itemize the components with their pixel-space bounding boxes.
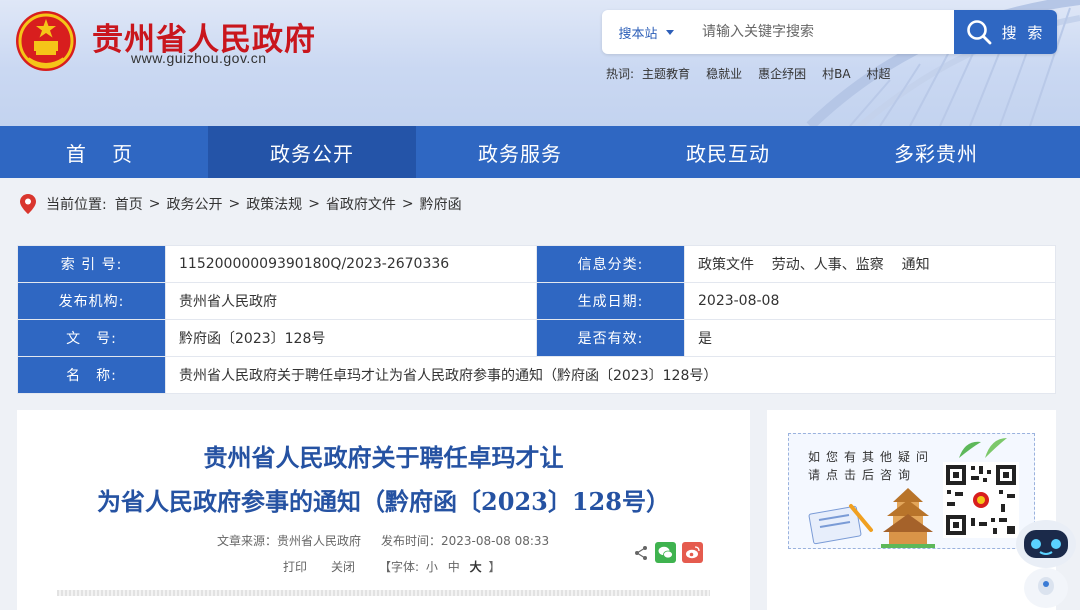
breadcrumb-separator: > bbox=[148, 196, 161, 212]
breadcrumb-item-provincial-documents[interactable]: 省政府文件 bbox=[326, 194, 396, 214]
category-value: 政策文件 劳动、人事、监察 通知 bbox=[684, 245, 1056, 283]
index-number-label: 索 引 号: bbox=[17, 245, 166, 283]
chevron-down-icon bbox=[665, 29, 674, 35]
consultation-panel[interactable]: 如您有其他疑问 请点击后咨询 bbox=[788, 433, 1035, 549]
article-meta: 文章来源：贵州省人民政府 发布时间：2023-08-08 08:33 bbox=[217, 532, 549, 549]
category-label: 信息分类: bbox=[536, 245, 685, 283]
national-emblem-icon bbox=[16, 11, 76, 71]
name-value: 贵州省人民政府关于聘任卓玛才让为省人民政府参事的通知（黔府函〔2023〕128号… bbox=[165, 356, 1056, 394]
document-info-table: 索 引 号: 11520000009390180Q/2023-2670336 信… bbox=[17, 245, 1056, 394]
share-icon[interactable] bbox=[633, 545, 649, 561]
share-buttons bbox=[633, 542, 703, 563]
date-label: 生成日期: bbox=[536, 282, 685, 320]
close-link[interactable]: 关闭 bbox=[331, 558, 355, 575]
nav-item-colorful-guizhou[interactable]: 多彩贵州 bbox=[832, 126, 1040, 178]
consultation-text: 如您有其他疑问 bbox=[808, 450, 935, 464]
search-button[interactable]: 搜 索 bbox=[954, 10, 1057, 54]
name-label: 名 称: bbox=[17, 356, 166, 394]
nav-item-government-services[interactable]: 政务服务 bbox=[416, 126, 624, 178]
font-size-selector: 【字体: 小 中 大 】 bbox=[379, 558, 500, 575]
breadcrumb-separator: > bbox=[228, 196, 241, 212]
document-number-value: 黔府函〔2023〕128号 bbox=[165, 319, 537, 357]
hotword-item[interactable]: 惠企纾困 bbox=[758, 65, 806, 82]
document-number-label: 文 号: bbox=[17, 319, 166, 357]
date-value: 2023-08-08 bbox=[684, 282, 1056, 320]
search-icon bbox=[966, 20, 992, 45]
font-size-label: 【字体: bbox=[379, 560, 420, 574]
article-divider bbox=[57, 590, 710, 596]
article-card: 贵州省人民政府关于聘任卓玛才让 为省人民政府参事的通知（黔府函〔2023〕128… bbox=[17, 410, 750, 610]
article-title-line: 为省人民政府参事的通知（黔府函〔2023〕128号） bbox=[97, 487, 670, 516]
table-row: 发布机构: 贵州省人民政府 生成日期: 2023-08-08 bbox=[17, 282, 1056, 320]
breadcrumb-label: 当前位置: bbox=[46, 197, 107, 213]
font-size-large[interactable]: 大 bbox=[470, 560, 482, 574]
robot-assistant-icon[interactable] bbox=[1012, 514, 1080, 610]
publisher-label: 发布机构: bbox=[17, 282, 166, 320]
hotwords: 热词: 主题教育 稳就业 惠企纾困 村BA 村超 bbox=[606, 65, 891, 82]
search-button-label: 搜 索 bbox=[1001, 23, 1046, 42]
publisher-value: 贵州省人民政府 bbox=[165, 282, 537, 320]
breadcrumb-separator: > bbox=[401, 196, 414, 212]
article-title: 贵州省人民政府关于聘任卓玛才让 为省人民政府参事的通知（黔府函〔2023〕128… bbox=[17, 436, 750, 524]
hotwords-label: 热词: bbox=[606, 67, 635, 81]
nav-item-public-interaction[interactable]: 政民互动 bbox=[624, 126, 832, 178]
breadcrumb-item-government-open[interactable]: 政务公开 bbox=[166, 194, 222, 214]
document-pen-icon bbox=[808, 504, 873, 545]
table-row: 文 号: 黔府函〔2023〕128号 是否有效: 是 bbox=[17, 319, 1056, 357]
print-link[interactable]: 打印 bbox=[283, 558, 307, 575]
search-scope-dropdown[interactable]: 搜本站 bbox=[602, 10, 690, 54]
search-scope-label: 搜本站 bbox=[618, 26, 658, 42]
leaf-decoration-icon bbox=[959, 438, 1007, 458]
breadcrumb-item-policies[interactable]: 政策法规 bbox=[246, 194, 302, 214]
index-number-value: 11520000009390180Q/2023-2670336 bbox=[165, 245, 537, 283]
breadcrumb-item-home[interactable]: 首页 bbox=[115, 194, 143, 214]
hotword-item[interactable]: 村超 bbox=[867, 65, 891, 82]
breadcrumb-separator: > bbox=[308, 196, 320, 212]
validity-label: 是否有效: bbox=[536, 319, 685, 357]
pavilion-icon bbox=[881, 488, 935, 548]
consultation-text: 请点击后咨询 bbox=[808, 468, 917, 482]
qr-code-icon[interactable] bbox=[943, 462, 1019, 538]
article-tools: 打印 关闭 【字体: 小 中 大 】 bbox=[283, 558, 500, 575]
hotword-item[interactable]: 村BA bbox=[822, 65, 850, 82]
weibo-share-icon[interactable] bbox=[682, 542, 703, 563]
breadcrumb: 当前位置: 首页 > 政务公开 > 政策法规 > 省政府文件 > 黔府函 bbox=[0, 178, 1080, 230]
nav-item-home[interactable]: 首 页 bbox=[0, 126, 208, 178]
site-header: 贵州省人民政府 www.guizhou.gov.cn 搜本站 搜 索 热词: 主… bbox=[0, 0, 1080, 126]
font-size-small[interactable]: 小 bbox=[426, 560, 438, 574]
article-source: 文章来源：贵州省人民政府 bbox=[217, 534, 362, 548]
font-size-medium[interactable]: 中 bbox=[448, 560, 460, 574]
hotword-item[interactable]: 稳就业 bbox=[706, 65, 742, 82]
location-pin-icon bbox=[20, 194, 36, 214]
article-title-line: 贵州省人民政府关于聘任卓玛才让 bbox=[203, 443, 564, 472]
search-input[interactable] bbox=[690, 10, 954, 54]
table-row: 索 引 号: 11520000009390180Q/2023-2670336 信… bbox=[17, 245, 1056, 283]
article-publish-time: 发布时间：2023-08-08 08:33 bbox=[381, 534, 550, 548]
validity-value: 是 bbox=[684, 319, 1056, 357]
hotword-item[interactable]: 主题教育 bbox=[642, 65, 690, 82]
main-nav: 首 页 政务公开 政务服务 政民互动 多彩贵州 bbox=[0, 126, 1080, 178]
search-box: 搜本站 搜 索 bbox=[602, 10, 1057, 54]
wechat-share-icon[interactable] bbox=[655, 542, 676, 563]
site-url[interactable]: www.guizhou.gov.cn bbox=[131, 50, 267, 66]
table-row: 名 称: 贵州省人民政府关于聘任卓玛才让为省人民政府参事的通知（黔府函〔2023… bbox=[17, 356, 1056, 394]
nav-item-government-affairs-open[interactable]: 政务公开 bbox=[208, 126, 416, 178]
breadcrumb-item-qianfuhan[interactable]: 黔府函 bbox=[420, 194, 462, 214]
font-size-end: 】 bbox=[488, 560, 501, 574]
